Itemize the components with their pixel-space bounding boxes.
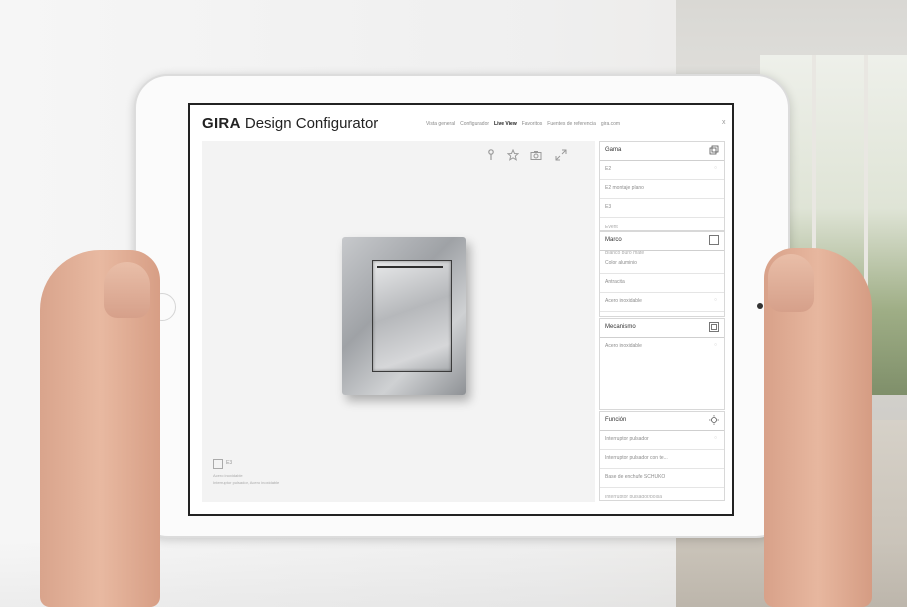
summary-range-icon [213,459,223,469]
app-name: Design Configurator [244,115,379,132]
option-label: Base de enchufe SCHUKO [605,474,666,480]
option-antracita[interactable]: Antracita [600,274,724,293]
option-label: Interruptor pulsador [605,436,649,442]
option-e2[interactable]: E2 ○ [600,161,724,180]
frame-icon [709,235,719,245]
copy-icon [709,145,719,155]
option-interruptor-pulsador-con-te[interactable]: Interruptor pulsador con te... [600,450,724,469]
mechanism-icon [709,322,719,332]
nav-item-vista-general[interactable]: Vista general [426,121,455,127]
option-interruptor-pulsador[interactable]: Interruptor pulsador ○ [600,431,724,450]
panel-marco: Marco Blanco puro mate Color aluminio An… [599,231,725,317]
panel-header: Marco [600,232,724,251]
panel-funcion: Función Interruptor pulsador ○ Interrupt… [599,411,725,501]
option-label: Acero inoxidable [605,343,642,349]
pin-icon[interactable] [485,149,497,161]
nav-item-live-view[interactable]: Live View [494,121,517,127]
star-icon[interactable] [506,148,520,161]
app-screen: GIRA Design Configurator Vista general C… [188,103,734,516]
option-clipped[interactable]: Blanco puro mate [600,251,644,254]
app-logo[interactable]: GIRA Design Configurator [202,115,378,132]
panel-header: Mecanismo [600,319,724,338]
option-label: Color aluminio [605,260,637,266]
live-view-preview: E3 Acero inoxidable Interruptor pulsador… [202,141,595,502]
panel-header: Gama [600,142,724,161]
right-thumb [768,254,814,312]
panel-gama: Gama E2 ○ E2 montaje plano E3 Event [599,141,725,231]
panel-title: Marco [605,237,622,243]
switch-rocker-image [372,260,452,372]
nav-item-configurador[interactable]: Configurador [460,121,489,127]
option-clipped[interactable]: Event [600,225,618,228]
option-base-enchufe-schuko[interactable]: Base de enchufe SCHUKO [600,469,724,488]
main-nav: Vista general Configurador Live View Fav… [426,121,620,127]
panel-title: Gama [605,147,622,153]
option-acero-inoxidable[interactable]: Acero inoxidable ○ [600,293,724,312]
summary-code: E3 [226,460,233,466]
brand-name: GIRA [202,115,241,132]
option-e2-montaje-plano[interactable]: E2 montaje plano [600,180,724,199]
panel-header: Función [600,412,724,431]
function-bulb-icon [709,415,719,425]
option-label: Interruptor pulsador con te... [605,455,668,461]
option-label: E2 montaje plano [605,185,644,191]
option-label: Antracita [605,279,625,285]
option-label: Acero inoxidable [605,298,642,304]
check-icon: ○ [713,435,717,441]
switch-frame-image [342,237,466,395]
option-clipped[interactable]: Interruptor pulsador/bolsa [600,495,662,498]
panel-title: Función [605,417,627,423]
option-label: E2 [605,166,612,172]
switch-rocker-edge [377,266,443,268]
option-label: E3 [605,204,612,210]
option-color-aluminio[interactable]: Color aluminio [600,255,724,274]
panel-title: Mecanismo [605,324,636,330]
check-icon: ○ [713,297,717,303]
summary-line-frame: Acero inoxidable [213,473,243,478]
nav-item-gira-com[interactable]: gira.com [601,121,620,127]
panel-mecanismo: Mecanismo Acero inoxidable ○ [599,318,725,410]
camera-icon[interactable] [530,149,542,161]
summary-line-function: Interruptor pulsador, Acero inoxidable [213,480,280,485]
option-e3[interactable]: E3 [600,199,724,218]
left-thumb [104,262,150,318]
check-icon: ○ [713,342,717,348]
option-acero-inoxidable[interactable]: Acero inoxidable ○ [600,338,724,356]
check-icon: ○ [713,165,717,171]
nav-item-favoritos[interactable]: Favoritos [522,121,543,127]
tablet-camera [757,303,763,309]
nav-item-fuentes[interactable]: Fuentes de referencia [547,121,596,127]
close-icon[interactable]: x [722,119,726,126]
expand-icon[interactable] [555,149,567,161]
